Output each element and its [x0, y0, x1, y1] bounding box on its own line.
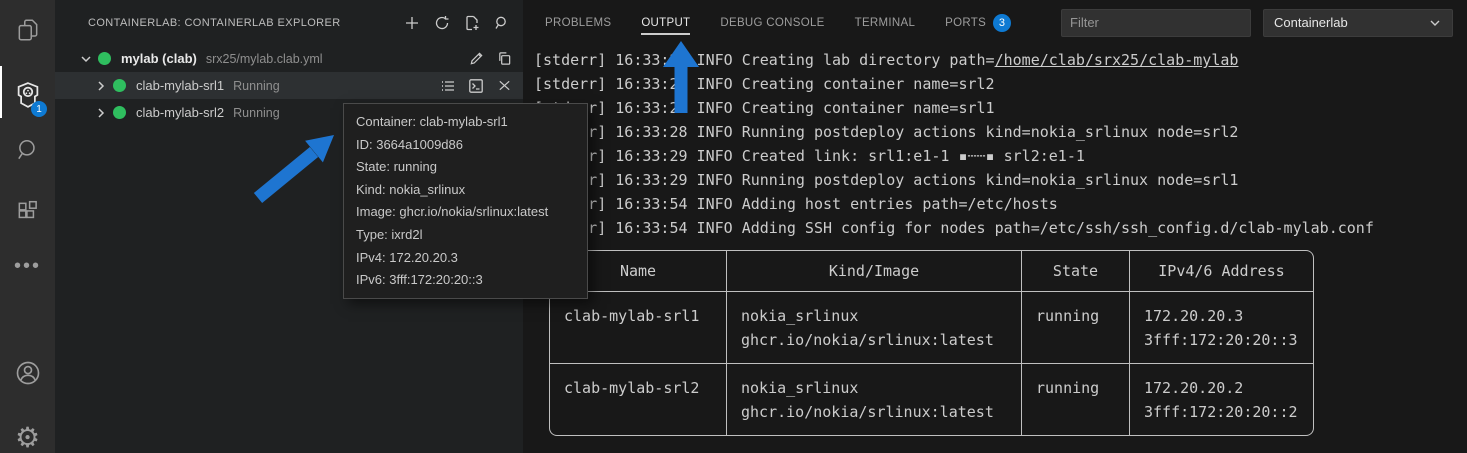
status-dot-green — [113, 79, 126, 92]
table-header-row: Name Kind/Image State IPv4/6 Address — [549, 250, 1314, 292]
table-row: clab-mylab-srl2 nokia_srlinux ghcr.io/no… — [549, 364, 1314, 436]
copy-icon[interactable] — [493, 48, 515, 70]
extensions-icon[interactable] — [0, 188, 55, 236]
chevron-right-icon[interactable] — [93, 80, 109, 92]
log-line: [stderr] 16:33:29 INFO Created link: srl… — [534, 144, 1467, 168]
cell-ipv4: 172.20.20.3 — [1144, 304, 1313, 328]
log-line: [stderr] 16:33:28 INFO Running postdeplo… — [534, 120, 1467, 144]
cell-ipv6: 3fff:172:20:20::3 — [1144, 328, 1313, 352]
log-line: [stderr] 16:33:54 INFO Adding SSH config… — [534, 216, 1467, 240]
chevron-right-icon[interactable] — [93, 107, 109, 119]
activity-bar: 1 ••• ⚙ — [0, 0, 55, 453]
container-details-tooltip: Container: clab-mylab-srl1 ID: 3664a1009… — [343, 103, 588, 299]
vscode-window: 1 ••• ⚙ CONTAINERLAB: CONTAINERLAB EXPLO… — [0, 0, 1467, 453]
col-header-ip: IPv4/6 Address — [1130, 250, 1314, 292]
tab-problems[interactable]: PROBLEMS — [545, 11, 611, 35]
containerlab-view-icon[interactable]: 1 — [0, 71, 55, 119]
ports-count-badge: 3 — [993, 14, 1011, 32]
node-status: Running — [233, 106, 280, 120]
log-line: [stderr] 16:33:28 INFO Creating containe… — [534, 72, 1467, 96]
log-line: [stderr] 16:33:54 INFO Adding host entri… — [534, 192, 1467, 216]
log-line: [stderr] 16:33:28 INFO Creating containe… — [534, 96, 1467, 120]
cell-kind: nokia_srlinux — [741, 304, 1021, 328]
node-status: Running — [233, 79, 280, 93]
tooltip-state: State: running — [356, 156, 575, 179]
status-dot-green — [113, 106, 126, 119]
tab-terminal[interactable]: TERMINAL — [855, 11, 916, 35]
tooltip-image: Image: ghcr.io/nokia/srlinux:latest — [356, 201, 575, 224]
col-header-state: State — [1022, 250, 1130, 292]
edit-pencil-icon[interactable] — [465, 48, 487, 70]
sidebar-title: CONTAINERLAB: CONTAINERLAB EXPLORER — [88, 17, 401, 29]
chevron-down-icon — [1428, 16, 1442, 30]
tree-item-srl1[interactable]: clab-mylab-srl1 Running — [55, 72, 523, 99]
containerlab-badge: 1 — [31, 101, 47, 117]
output-channel-value: Containerlab — [1274, 15, 1428, 30]
account-icon[interactable] — [0, 349, 55, 397]
disconnect-x-icon[interactable] — [493, 75, 515, 97]
tab-ports-label: PORTS — [945, 17, 986, 29]
col-header-kind-image: Kind/Image — [727, 250, 1022, 292]
chevron-down-icon[interactable] — [78, 53, 94, 65]
cell-ipv6: 3fff:172:20:20::2 — [1144, 400, 1313, 424]
cell-image: ghcr.io/nokia/srlinux:latest — [741, 400, 1021, 424]
cell-name: clab-mylab-srl1 — [564, 304, 726, 328]
tab-output[interactable]: OUTPUT — [641, 11, 690, 35]
node-label: clab-mylab-srl1 — [136, 78, 224, 93]
more-actions-icon[interactable]: ••• — [0, 242, 55, 290]
new-file-icon[interactable] — [461, 12, 483, 34]
tab-ports[interactable]: PORTS 3 — [945, 8, 1011, 38]
output-log: [stderr] 16:33:28 INFO Creating lab dire… — [523, 45, 1467, 436]
status-dot-green — [98, 52, 111, 65]
cell-image: ghcr.io/nokia/srlinux:latest — [741, 328, 1021, 352]
tooltip-ipv6: IPv6: 3fff:172:20:20::3 — [356, 269, 575, 292]
add-icon[interactable] — [401, 12, 423, 34]
log-line: [stderr] 16:33:29 INFO Running postdeplo… — [534, 168, 1467, 192]
search-icon[interactable] — [0, 126, 55, 174]
cell-name: clab-mylab-srl2 — [564, 376, 726, 400]
containerlab-inspect-table: Name Kind/Image State IPv4/6 Address cla… — [549, 250, 1314, 436]
log-line: [stderr] 16:33:28 INFO Creating lab dire… — [534, 48, 1467, 72]
tooltip-kind: Kind: nokia_srlinux — [356, 179, 575, 202]
cell-ipv4: 172.20.20.2 — [1144, 376, 1313, 400]
tooltip-type: Type: ixrd2l — [356, 224, 575, 247]
tab-debug-console[interactable]: DEBUG CONSOLE — [720, 11, 824, 35]
sidebar-header: CONTAINERLAB: CONTAINERLAB EXPLORER — [55, 0, 523, 45]
cell-kind: nokia_srlinux — [741, 376, 1021, 400]
search-tree-icon[interactable] — [491, 12, 513, 34]
terminal-icon[interactable] — [465, 75, 487, 97]
tooltip-id: ID: 3664a1009d86 — [356, 134, 575, 157]
path-link[interactable]: /home/clab/srx25/clab-mylab — [995, 51, 1239, 69]
lab-label: mylab (clab) — [121, 51, 197, 66]
lab-path: srx25/mylab.clab.yml — [206, 52, 323, 66]
cell-state: running — [1036, 376, 1129, 400]
table-row: clab-mylab-srl1 nokia_srlinux ghcr.io/no… — [549, 292, 1314, 364]
panel-tabs: PROBLEMS OUTPUT DEBUG CONSOLE TERMINAL P… — [545, 8, 1011, 38]
explorer-icon[interactable] — [0, 6, 55, 54]
panel-header: PROBLEMS OUTPUT DEBUG CONSOLE TERMINAL P… — [523, 0, 1467, 45]
settings-gear-icon[interactable]: ⚙ — [0, 414, 55, 453]
list-icon[interactable] — [437, 75, 459, 97]
tooltip-ipv4: IPv4: 172.20.20.3 — [356, 247, 575, 270]
node-label: clab-mylab-srl2 — [136, 105, 224, 120]
refresh-icon[interactable] — [431, 12, 453, 34]
tree-item-mylab[interactable]: mylab (clab) srx25/mylab.clab.yml — [55, 45, 523, 72]
tooltip-container: Container: clab-mylab-srl1 — [356, 111, 575, 134]
output-filter-input[interactable] — [1061, 9, 1251, 37]
output-channel-dropdown[interactable]: Containerlab — [1263, 9, 1453, 37]
cell-state: running — [1036, 304, 1129, 328]
bottom-panel: PROBLEMS OUTPUT DEBUG CONSOLE TERMINAL P… — [523, 0, 1467, 453]
